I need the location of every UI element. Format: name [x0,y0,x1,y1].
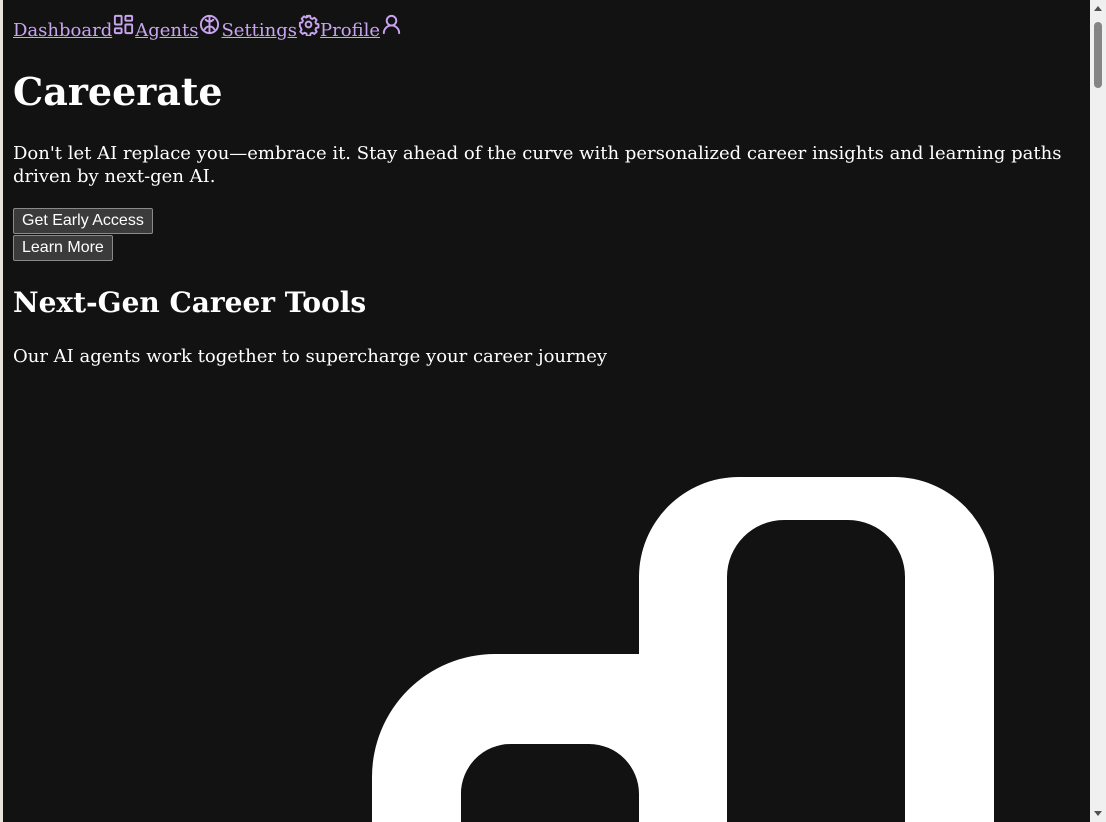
logo-left-arch-inner [461,744,639,822]
nav-link-agents[interactable]: Agents [135,13,221,49]
nav-link-settings[interactable]: Settings [221,13,320,49]
scroll-up-arrow-icon[interactable] [1094,6,1102,11]
logo-right-arch [639,477,994,822]
gear-icon [297,13,320,36]
section-subheading: Our AI agents work together to superchar… [13,346,608,367]
vertical-scrollbar[interactable] [1090,0,1106,822]
brain-icon [198,13,221,36]
section-heading: Next-Gen Career Tools [13,286,367,319]
scroll-down-arrow-icon[interactable] [1094,811,1102,816]
scrollbar-thumb[interactable] [1094,22,1102,88]
dashboard-icon [112,13,135,36]
hero-description: Don't let AI replace you—embrace it. Sta… [13,143,1062,187]
get-early-access-button[interactable]: Get Early Access [13,208,153,234]
nav-link-dashboard[interactable]: Dashboard [13,13,135,49]
page: Dashboard Agents Settings Profile Career… [3,0,1090,822]
nav-label-profile: Profile [320,20,380,41]
user-icon [380,13,403,36]
nav-label-settings: Settings [221,20,298,41]
nav-link-profile[interactable]: Profile [320,13,403,49]
top-nav: Dashboard Agents Settings Profile [13,13,403,49]
nav-label-agents: Agents [135,20,199,41]
nav-label-dashboard: Dashboard [13,20,113,41]
hero-title: Careerate [13,69,223,114]
logo-graphic [372,477,994,822]
learn-more-button[interactable]: Learn More [13,235,113,261]
